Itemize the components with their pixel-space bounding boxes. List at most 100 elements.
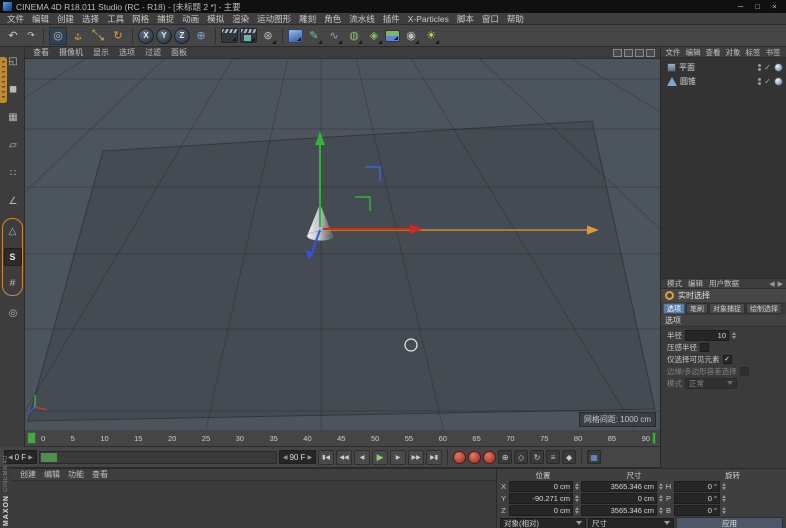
mm-menu-function[interactable]: 功能 [64,469,88,480]
layout-three-views-icon[interactable] [635,49,644,57]
enabled-check-icon[interactable]: ✓ [764,63,771,72]
minimize-button[interactable]: ─ [732,1,749,13]
am-menu-edit[interactable]: 编辑 [685,278,706,289]
menu-plugins[interactable]: 插件 [379,13,404,25]
record-pla-button[interactable] [483,451,496,464]
om-menu-file[interactable]: 文件 [663,47,683,58]
timeline-slider-handle[interactable] [41,453,57,462]
close-button[interactable]: × [766,1,783,13]
current-frame-marker[interactable] [27,432,36,444]
tab-paint-selection[interactable]: 绘制选择 [746,303,782,314]
position-z-field[interactable]: 0 cm [509,505,573,516]
menu-script[interactable]: 脚本 [453,13,478,25]
om-menu-bookmarks[interactable]: 书签 [763,47,783,58]
history-forward-icon[interactable]: ▶ [778,280,783,288]
record-keyframe-button[interactable] [453,451,466,464]
enabled-check-icon[interactable]: ✓ [764,77,771,86]
render-view-icon[interactable] [221,28,238,43]
visibility-dots[interactable] [758,78,761,85]
history-back-icon[interactable]: ◀ [769,280,774,288]
render-picture-viewer-icon[interactable] [240,28,257,43]
tolerant-selection-checkbox[interactable] [740,367,749,376]
next-frame-button[interactable]: ▶ [390,450,406,465]
rotation-p-field[interactable]: 0 ° [674,493,720,504]
layout-four-views-icon[interactable] [646,49,655,57]
vp-menu-cameras[interactable]: 摄像机 [54,47,88,58]
floor-icon[interactable] [385,30,400,42]
axis-y-button[interactable]: Y [156,28,172,44]
menu-sculpt[interactable]: 雕刻 [295,13,320,25]
options-section-header[interactable]: 选项 [661,315,786,327]
layout-two-views-icon[interactable] [624,49,633,57]
spline-icon[interactable]: ∿ [325,27,343,45]
object-list[interactable]: 平面 ✓ 圆锥 ✓ [661,58,786,278]
menu-mograph[interactable]: 运动图形 [253,13,295,25]
position-y-spinner[interactable] [575,495,579,502]
range-end-marker[interactable] [652,432,656,444]
menu-snap[interactable]: 捕捉 [153,13,178,25]
light-icon[interactable]: ☀ [422,27,440,45]
points-mode-icon[interactable]: ∷ [4,164,22,182]
plane-object[interactable] [28,121,655,421]
menu-tools[interactable]: 工具 [103,13,128,25]
vp-menu-panel[interactable]: 面板 [166,47,192,58]
phong-tag-icon[interactable] [774,77,783,86]
frame-decrement-icon[interactable]: ◀ [283,454,288,461]
next-key-button[interactable]: ▶▶ [408,450,424,465]
camera-icon[interactable]: ◉ [402,27,420,45]
maximize-button[interactable]: □ [749,1,766,13]
key-scale-toggle[interactable]: ◇ [514,450,528,464]
menu-animate[interactable]: 动画 [178,13,203,25]
vp-menu-display[interactable]: 显示 [88,47,114,58]
subdivision-surface-icon[interactable]: ◍ [345,27,363,45]
radius-spinner[interactable] [732,332,736,339]
pen-icon[interactable]: ✎ [305,27,323,45]
end-frame-field[interactable]: ◀ 90 F ▶ [279,450,316,464]
pressure-radius-checkbox[interactable] [700,343,709,352]
rotation-h-field[interactable]: 0 ° [674,481,720,492]
tab-options[interactable]: 选项 [663,303,685,314]
coordinate-system-icon[interactable]: ⊕ [192,27,210,45]
move-icon[interactable]: ↕ [69,27,87,45]
live-selection-icon[interactable]: ◎ [49,27,67,45]
menu-render[interactable]: 渲染 [228,13,253,25]
key-position-toggle[interactable]: ⊕ [498,450,512,464]
size-z-spinner[interactable] [659,507,663,514]
menu-edit[interactable]: 编辑 [28,13,53,25]
play-button[interactable]: ▶ [372,450,388,465]
coordinate-mode-dropdown[interactable]: 对象(相对) [500,518,586,528]
apply-button[interactable]: 应用 [676,517,783,528]
object-row-plane[interactable]: 平面 ✓ [661,60,786,74]
timeline-ruler[interactable]: 0 5 10 15 20 25 30 35 40 45 50 55 60 65 … [25,430,660,447]
position-y-field[interactable]: -90.271 cm [509,493,573,504]
visible-only-checkbox[interactable]: ✓ [723,355,732,364]
menu-character[interactable]: 角色 [320,13,345,25]
menu-help[interactable]: 帮助 [503,13,528,25]
autokey-button[interactable] [468,451,481,464]
position-z-spinner[interactable] [575,507,579,514]
size-y-spinner[interactable] [659,495,663,502]
size-z-field[interactable]: 3565.346 cm [581,505,657,516]
texture-mode-icon[interactable]: ▦ [4,108,22,126]
vp-menu-filter[interactable]: 过滤 [140,47,166,58]
undo-icon[interactable]: ↶ [4,27,22,45]
layout-single-view-icon[interactable] [613,49,622,57]
timeline-slider[interactable] [39,451,277,464]
add-cube-icon[interactable] [288,29,303,43]
size-x-spinner[interactable] [659,483,663,490]
menu-mesh[interactable]: 网格 [128,13,153,25]
phong-tag-icon[interactable] [774,63,783,72]
viewport-solo-icon[interactable]: ◎ [4,304,22,322]
visibility-dots[interactable] [758,64,761,71]
rotation-b-field[interactable]: 0 ° [674,505,720,516]
rotation-b-spinner[interactable] [722,507,726,514]
key-parameter-toggle[interactable]: ≡ [546,450,560,464]
rotation-p-spinner[interactable] [722,495,726,502]
axis-x-button[interactable]: X [138,28,154,44]
menu-simulate[interactable]: 模拟 [203,13,228,25]
workplane-snap-icon[interactable]: # [4,274,22,292]
frame-increment-icon[interactable]: ▶ [307,454,312,461]
frame-increment-icon[interactable]: ▶ [28,454,33,461]
size-x-field[interactable]: 3565.346 cm [581,481,657,492]
size-y-field[interactable]: 0 cm [581,493,657,504]
